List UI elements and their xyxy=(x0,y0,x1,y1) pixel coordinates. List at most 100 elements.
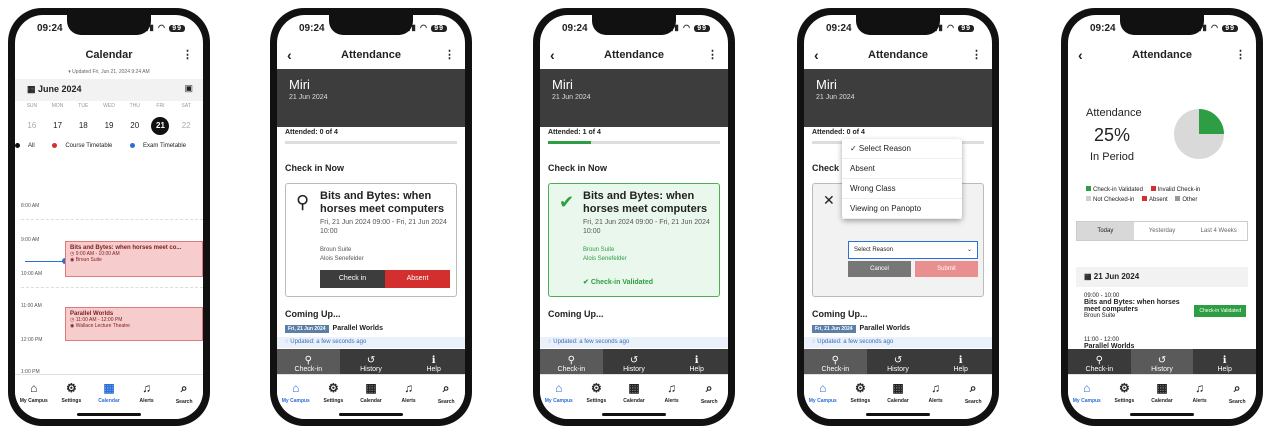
reason-actions: Cancel Submit xyxy=(848,261,978,277)
range-yesterday[interactable]: Yesterday xyxy=(1134,222,1191,240)
search-icon: ⌕ xyxy=(180,381,188,395)
tab-search[interactable]: ⌕ Search xyxy=(954,375,992,419)
app-bar: ‹ Attendance ⋮ xyxy=(804,41,992,69)
tab-my-campus[interactable]: ⌂ My Campus xyxy=(804,375,842,419)
coming-up-heading: Coming Up... xyxy=(812,309,868,319)
reason-option-panopto[interactable]: Viewing on Panopto xyxy=(842,199,962,219)
absent-button[interactable]: Absent xyxy=(385,270,450,288)
more-icon[interactable]: ⋮ xyxy=(1235,41,1246,69)
cancel-button[interactable]: Cancel xyxy=(848,261,911,277)
weekday: TUE xyxy=(78,103,89,109)
calendar-event[interactable]: Parallel Worlds ◷ 11:00 AM - 12:00 PM ◉ … xyxy=(65,307,203,341)
class-header: Miri 21 Jun 2024 xyxy=(804,69,992,127)
calendar-icon: ▦ xyxy=(103,381,115,395)
app-bar: ‹ Attendance ⋮ xyxy=(277,41,465,69)
tab-search[interactable]: ⌕ Search xyxy=(165,375,203,419)
tab-my-campus[interactable]: ⌂ My Campus xyxy=(15,375,53,419)
tab-my-campus[interactable]: ⌂ My Campus xyxy=(540,375,578,419)
stats-subtitle: In Period xyxy=(1090,151,1135,163)
status-time: 09:24 xyxy=(37,23,63,34)
more-icon[interactable]: ⋮ xyxy=(971,41,982,69)
day-header: ▦ 21 Jun 2024 xyxy=(1076,267,1248,287)
submit-button[interactable]: Submit xyxy=(915,261,978,277)
filter-exam[interactable]: Exam Timetable xyxy=(130,143,194,149)
hour-line xyxy=(21,219,203,220)
coming-up-heading: Coming Up... xyxy=(548,309,604,319)
class-date: 21 Jun 2024 xyxy=(289,94,328,101)
tab-search[interactable]: ⌕ Search xyxy=(690,375,728,419)
day-cell[interactable]: 16 xyxy=(19,117,45,135)
day-cell-selected[interactable]: 21 xyxy=(148,117,174,135)
event-place: ◉ Wallace Lecture Theatre xyxy=(70,323,130,329)
tab-search[interactable]: ⌕ Search xyxy=(1218,375,1256,419)
history-icon: ↺ xyxy=(366,355,376,366)
day-cell[interactable]: 18 xyxy=(70,117,96,135)
more-icon[interactable]: ⋮ xyxy=(444,41,455,69)
home-indicator xyxy=(866,413,930,416)
filter-all[interactable]: All xyxy=(15,143,43,149)
more-icon[interactable]: ⋮ xyxy=(182,41,193,69)
calendar-toggle-icon[interactable]: ▣ xyxy=(184,83,193,94)
back-icon[interactable]: ‹ xyxy=(287,41,292,69)
class-card-validated: ✔ Bits and Bytes: when horses meet compu… xyxy=(548,183,720,297)
day-cell[interactable]: 17 xyxy=(45,117,71,135)
back-icon[interactable]: ‹ xyxy=(550,41,555,69)
class-time: Fri, 21 Jun 2024 09:00 - Fri, 21 Jun 202… xyxy=(320,219,447,235)
filter-course[interactable]: Course Timetable xyxy=(52,143,120,149)
phone-validated: 09:24 ▮▮ ◠ 99 ‹ Attendance ⋮ Miri 21 Jun 202… xyxy=(533,8,735,426)
day-cell[interactable]: 22 xyxy=(173,117,199,135)
coming-up-heading: Coming Up... xyxy=(285,309,341,319)
range-last-4-weeks[interactable]: Last 4 Weeks xyxy=(1190,222,1247,240)
back-icon[interactable]: ‹ xyxy=(1078,41,1083,69)
home-indicator xyxy=(1130,413,1194,416)
check-in-button[interactable]: Check in xyxy=(320,270,385,288)
tab-my-campus[interactable]: ⌂ My Campus xyxy=(277,375,315,419)
page-title: Attendance xyxy=(604,49,664,61)
class-title: Bits and Bytes: when horses meet compute… xyxy=(320,190,445,215)
app-bar: ‹ Attendance ⋮ xyxy=(1068,41,1256,69)
chevron-down-icon: ⌄ xyxy=(966,247,972,253)
time-label: 11:00 AM xyxy=(21,303,42,309)
updated-text: ▾ Updated Fri, Jun 21, 2024 9:24 AM xyxy=(68,69,150,75)
reason-option-select[interactable]: ✓ Select Reason xyxy=(842,139,962,159)
reason-option-absent[interactable]: Absent xyxy=(842,159,962,179)
event-place: ◉ Broun Suite xyxy=(70,257,102,263)
time-label: 8:00 AM xyxy=(21,203,40,209)
page-title: Attendance xyxy=(341,49,401,61)
time-label: 12:00 PM xyxy=(21,337,43,343)
home-indicator xyxy=(77,413,141,416)
day-cell[interactable]: 20 xyxy=(122,117,148,135)
class-header: Miri 21 Jun 2024 xyxy=(277,69,465,127)
updated-banner: ◌ Updated: a few seconds ago xyxy=(277,337,465,348)
tab-search[interactable]: ⌕ Search xyxy=(427,375,465,419)
coming-up-item[interactable]: Fri, 21 Jun 2024 Parallel Worlds xyxy=(812,325,984,337)
back-icon[interactable]: ‹ xyxy=(814,41,819,69)
calendar-icon: ▦ xyxy=(365,381,377,395)
pin-icon: ⚲ xyxy=(304,355,312,366)
bell-icon: ♫ xyxy=(404,381,414,395)
status-time: 09:24 xyxy=(299,23,325,34)
validated-label: ✔ Check-in Validated xyxy=(583,279,654,286)
info-icon: ℹ xyxy=(431,355,436,366)
reason-select[interactable]: Select Reason ⌄ xyxy=(848,241,978,259)
page-title: Calendar xyxy=(85,49,133,61)
weekday: WED xyxy=(103,103,115,109)
notch xyxy=(67,15,151,35)
attended-count: Attended: 0 of 4 xyxy=(285,129,338,136)
day-row: 16 17 18 19 20 21 22 xyxy=(19,117,199,135)
day-cell[interactable]: 19 xyxy=(96,117,122,135)
class-time: Fri, 21 Jun 2024 09:00 - Fri, 21 Jun 202… xyxy=(583,219,710,235)
screen: 09:24 ▮▮ ◠ 99 ‹ Attendance ⋮ Miri 21 Jun 202… xyxy=(540,15,728,419)
weekday: SAT xyxy=(181,103,191,109)
reason-option-wrong-class[interactable]: Wrong Class xyxy=(842,179,962,199)
coming-up-item[interactable]: Fri, 21 Jun 2024 Parallel Worlds xyxy=(285,325,457,337)
weekday: FRI xyxy=(156,103,165,109)
tab-my-campus[interactable]: ⌂ My Campus xyxy=(1068,375,1106,419)
calendar-event[interactable]: Bits and Bytes: when horses meet co... ◷… xyxy=(65,241,203,277)
more-icon[interactable]: ⋮ xyxy=(707,41,718,69)
range-today[interactable]: Today xyxy=(1077,222,1134,240)
phone-absent-reason: 09:24 ▮▮ ◠ 99 ‹ Attendance ⋮ Miri 21 Jun 202… xyxy=(797,8,999,426)
home-icon: ⌂ xyxy=(30,381,38,395)
month-header[interactable]: ▦ June 2024 ▣ xyxy=(15,79,203,101)
stats-legend: Check-in Validated Invalid Check-in Not … xyxy=(1080,185,1248,205)
